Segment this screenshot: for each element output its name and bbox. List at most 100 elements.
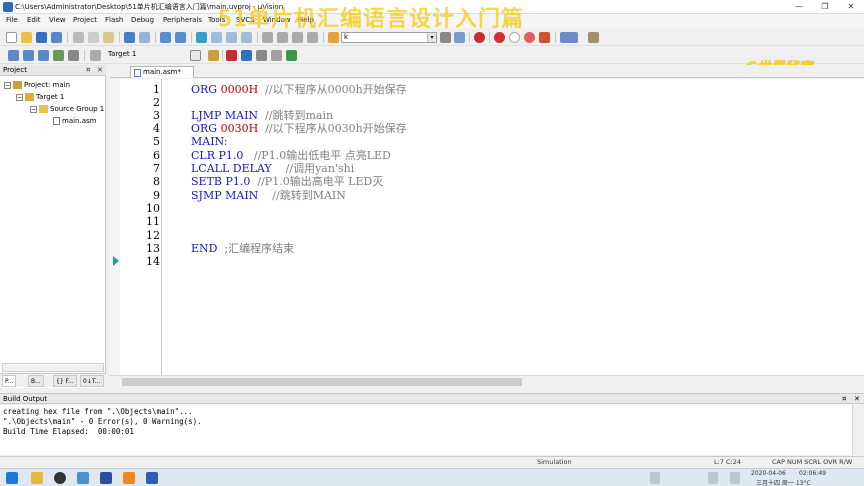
tree-toggle[interactable]: − xyxy=(16,93,23,101)
menu-flash[interactable]: Flash xyxy=(105,16,123,24)
toolbar-separator xyxy=(67,32,68,43)
tree-item-file[interactable]: main.asm xyxy=(53,116,96,127)
open-folder-icon[interactable] xyxy=(21,32,32,43)
tab-project[interactable]: P... xyxy=(2,375,17,387)
select-packs-icon[interactable] xyxy=(256,50,267,61)
project-panel-scrollbar[interactable] xyxy=(2,363,104,372)
scrollbar-thumb[interactable] xyxy=(122,378,522,386)
paste-icon[interactable] xyxy=(103,32,114,43)
indent-icon[interactable] xyxy=(262,32,273,43)
breakpoint-margin[interactable] xyxy=(110,79,120,375)
close-button[interactable]: ✕ xyxy=(838,0,864,14)
tree-item-source-group[interactable]: − Source Group 1 xyxy=(30,104,104,115)
project-panel-header: Project ¤ ✕ xyxy=(0,65,106,76)
build-output-scrollbar[interactable] xyxy=(852,405,864,455)
close-icon[interactable]: ✕ xyxy=(97,66,103,74)
manage-run-time-icon[interactable] xyxy=(286,50,297,61)
comment-icon[interactable] xyxy=(292,32,303,43)
line-number: 8 xyxy=(153,175,160,188)
disable-breakpoints-icon[interactable] xyxy=(524,32,535,43)
new-file-icon[interactable] xyxy=(6,32,17,43)
unindent-icon[interactable] xyxy=(277,32,288,43)
menu-peripherals[interactable]: Peripherals xyxy=(163,16,202,24)
chevron-down-icon[interactable]: ▾ xyxy=(427,33,436,42)
find-combo[interactable]: k ▾ xyxy=(341,32,437,43)
document-icon xyxy=(134,69,141,77)
build-icon[interactable] xyxy=(23,50,34,61)
enable-breakpoint-icon[interactable] xyxy=(509,32,520,43)
code-line: LCALL DELAY //调用yan'shi xyxy=(191,162,354,175)
tab-main-asm[interactable]: main.asm* xyxy=(130,66,194,78)
menu-view[interactable]: View xyxy=(49,16,66,24)
window-layout-icon[interactable] xyxy=(560,32,578,43)
save-all-icon[interactable] xyxy=(51,32,62,43)
tab-functions[interactable]: {} F... xyxy=(53,375,77,387)
word-icon[interactable] xyxy=(146,472,158,484)
tree-item-target[interactable]: − Target 1 xyxy=(16,92,64,103)
tree-item-label: Project: main xyxy=(24,81,71,89)
find-icon[interactable] xyxy=(454,32,465,43)
save-icon[interactable] xyxy=(36,32,47,43)
prev-bookmark-icon[interactable] xyxy=(211,32,222,43)
uvision-taskbar-icon[interactable] xyxy=(100,472,112,484)
cut-icon[interactable] xyxy=(73,32,84,43)
stop-build-icon[interactable] xyxy=(68,50,79,61)
find-combo-value: k xyxy=(344,33,349,41)
manage-project-items-icon[interactable] xyxy=(241,50,252,61)
windows-start-icon[interactable] xyxy=(6,472,18,484)
code-editor[interactable]: 1 2 3 4 5 6 7 8 9 10 11 12 13 14 ORG 000… xyxy=(110,79,864,375)
maximize-button[interactable]: ❐ xyxy=(812,0,838,14)
code-label: MAIN: xyxy=(191,135,228,148)
tab-books[interactable]: B... xyxy=(28,375,44,387)
pin-icon[interactable]: ¤ xyxy=(86,66,90,74)
media-player-icon[interactable] xyxy=(54,472,66,484)
kill-breakpoints-icon[interactable] xyxy=(539,32,550,43)
bookmark-icon[interactable] xyxy=(196,32,207,43)
minimize-button[interactable]: — xyxy=(786,0,812,14)
rebuild-icon[interactable] xyxy=(38,50,49,61)
network-icon[interactable] xyxy=(708,472,718,484)
batch-build-icon[interactable] xyxy=(53,50,64,61)
undo-icon[interactable] xyxy=(124,32,135,43)
chevron-down-icon[interactable] xyxy=(190,50,201,61)
menu-debug[interactable]: Debug xyxy=(131,16,154,24)
close-icon[interactable]: ✕ xyxy=(854,395,860,403)
tab-templates[interactable]: 0↓T... xyxy=(80,375,104,387)
pin-icon[interactable]: ¤ xyxy=(842,395,846,403)
taskbar-time: 02:06:49 xyxy=(799,470,826,477)
download-icon[interactable] xyxy=(90,50,101,61)
toolbar-separator xyxy=(489,32,490,43)
editor-horizontal-scrollbar[interactable] xyxy=(110,375,864,387)
code-line: MAIN: xyxy=(191,135,228,148)
redo-icon[interactable] xyxy=(139,32,150,43)
menu-edit[interactable]: Edit xyxy=(27,16,41,24)
navigate-forward-icon[interactable] xyxy=(175,32,186,43)
uncomment-icon[interactable] xyxy=(307,32,318,43)
menu-project[interactable]: Project xyxy=(73,16,97,24)
browser-icon[interactable] xyxy=(123,472,135,484)
copy-icon[interactable] xyxy=(88,32,99,43)
next-bookmark-icon[interactable] xyxy=(226,32,237,43)
file-explorer-icon[interactable] xyxy=(31,472,43,484)
target-options-icon[interactable] xyxy=(208,50,219,61)
insert-breakpoint-icon[interactable] xyxy=(494,32,505,43)
taskbar-app-icon[interactable] xyxy=(77,472,89,484)
start-debug-icon[interactable] xyxy=(474,32,485,43)
navigate-back-icon[interactable] xyxy=(160,32,171,43)
incremental-find-icon[interactable] xyxy=(440,32,451,43)
select-software-icon[interactable] xyxy=(271,50,282,61)
tree-toggle[interactable]: − xyxy=(4,81,11,89)
toolbar-separator xyxy=(469,32,470,43)
target-combo[interactable]: Target 1 xyxy=(106,50,202,61)
file-icon xyxy=(53,117,60,125)
volume-icon[interactable] xyxy=(730,472,740,484)
find-in-files-icon[interactable] xyxy=(328,32,339,43)
tree-toggle[interactable]: − xyxy=(30,105,37,113)
tree-item-project[interactable]: − Project: main xyxy=(4,80,70,91)
notification-icon[interactable] xyxy=(650,472,660,484)
menu-file[interactable]: File xyxy=(6,16,18,24)
configure-icon[interactable] xyxy=(588,32,599,43)
manage-components-icon[interactable] xyxy=(226,50,237,61)
translate-icon[interactable] xyxy=(8,50,19,61)
clear-bookmarks-icon[interactable] xyxy=(241,32,252,43)
